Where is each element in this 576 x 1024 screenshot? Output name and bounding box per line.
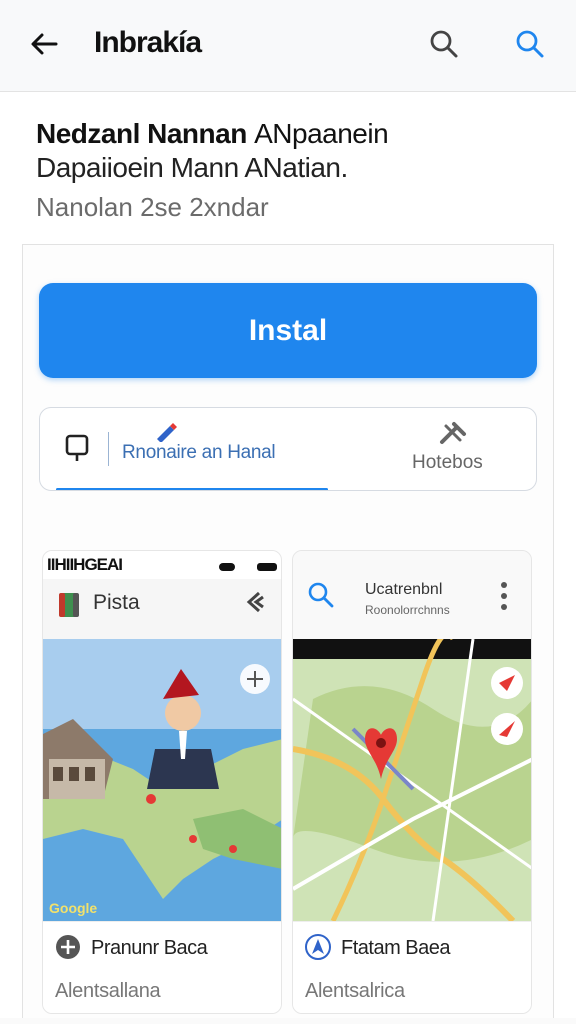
app-title: Nedzanl Nannan ANpaanein bbox=[36, 118, 556, 150]
preview-footer-title: Pranunr Baca bbox=[91, 937, 208, 959]
tab-divider bbox=[108, 432, 109, 466]
add-place-icon bbox=[56, 935, 80, 959]
preview-app-name: Pista bbox=[93, 591, 140, 614]
preview-header: Pista bbox=[43, 579, 281, 641]
preview-status-bar: IIHIIHGEAI bbox=[43, 551, 281, 579]
tab-device[interactable]: Rnonaire an Hanal bbox=[40, 408, 328, 490]
tab-bar: Rnonaire an Hanal Hotebos bbox=[39, 407, 537, 491]
bottom-edge bbox=[0, 1018, 576, 1024]
app-bar-title: Inbrakía bbox=[94, 26, 202, 59]
active-tab-indicator bbox=[56, 488, 328, 490]
road-map-illustration bbox=[293, 639, 531, 921]
search-icon bbox=[430, 30, 458, 58]
more-vert-icon bbox=[501, 582, 507, 610]
status-indicators-icon bbox=[219, 563, 277, 571]
screenshot-preview-2[interactable]: Ucatrenbnl Roonolorrchnns Ftatam Baea Al… bbox=[292, 550, 532, 1014]
preview-footer-title: Ftatam Baea bbox=[341, 937, 451, 959]
map-brand-logo: Google bbox=[49, 900, 97, 916]
tab-tools[interactable]: Hotebos bbox=[328, 408, 536, 490]
search-icon bbox=[516, 30, 544, 58]
app-book-icon bbox=[59, 593, 79, 617]
preview-footer-subtitle: Alentsalrica bbox=[305, 980, 405, 1002]
app-developer: Dapaiioein Mann ANatian. bbox=[36, 152, 348, 183]
search-icon bbox=[308, 582, 334, 608]
install-button[interactable]: Instal bbox=[39, 283, 537, 378]
tools-icon bbox=[440, 422, 466, 444]
map-illustration: Google bbox=[43, 639, 281, 921]
preview-map-2 bbox=[293, 639, 531, 921]
app-title-bold: Nedzanl Nannan bbox=[36, 118, 247, 149]
arrow-left-icon bbox=[31, 33, 58, 55]
device-icon bbox=[65, 434, 89, 461]
screenshot-preview-1[interactable]: IIHIIHGEAI Pista Google Pranunr Baca Ale… bbox=[42, 550, 282, 1014]
preview-map-1: Google bbox=[43, 639, 281, 921]
app-meta: Nanolan 2se 2xndar bbox=[36, 192, 269, 222]
top-app-bar: Inbrakía bbox=[0, 0, 576, 92]
location-pen-icon bbox=[157, 423, 177, 442]
search-button[interactable] bbox=[422, 22, 466, 66]
preview-status-text: IIHIIHGEAI bbox=[47, 555, 123, 574]
navigation-icon bbox=[305, 934, 331, 960]
share-icon bbox=[246, 591, 264, 613]
preview-search-title: Ucatrenbnl bbox=[365, 581, 443, 598]
preview-footer-1: Pranunr Baca Alentsallana bbox=[43, 921, 281, 1013]
preview-footer-subtitle: Alentsallana bbox=[55, 980, 161, 1002]
tab-tools-label: Hotebos bbox=[412, 452, 483, 473]
preview-footer-2: Ftatam Baea Alentsalrica bbox=[293, 921, 531, 1013]
preview-search-subtitle: Roonolorrchnns bbox=[365, 603, 450, 617]
preview-header-2: Ucatrenbnl Roonolorrchnns bbox=[293, 551, 531, 639]
back-button[interactable] bbox=[24, 24, 64, 64]
search-button-accent[interactable] bbox=[508, 22, 552, 66]
tab-device-label: Rnonaire an Hanal bbox=[122, 442, 276, 463]
app-title-rest: ANpaanein bbox=[254, 118, 389, 149]
